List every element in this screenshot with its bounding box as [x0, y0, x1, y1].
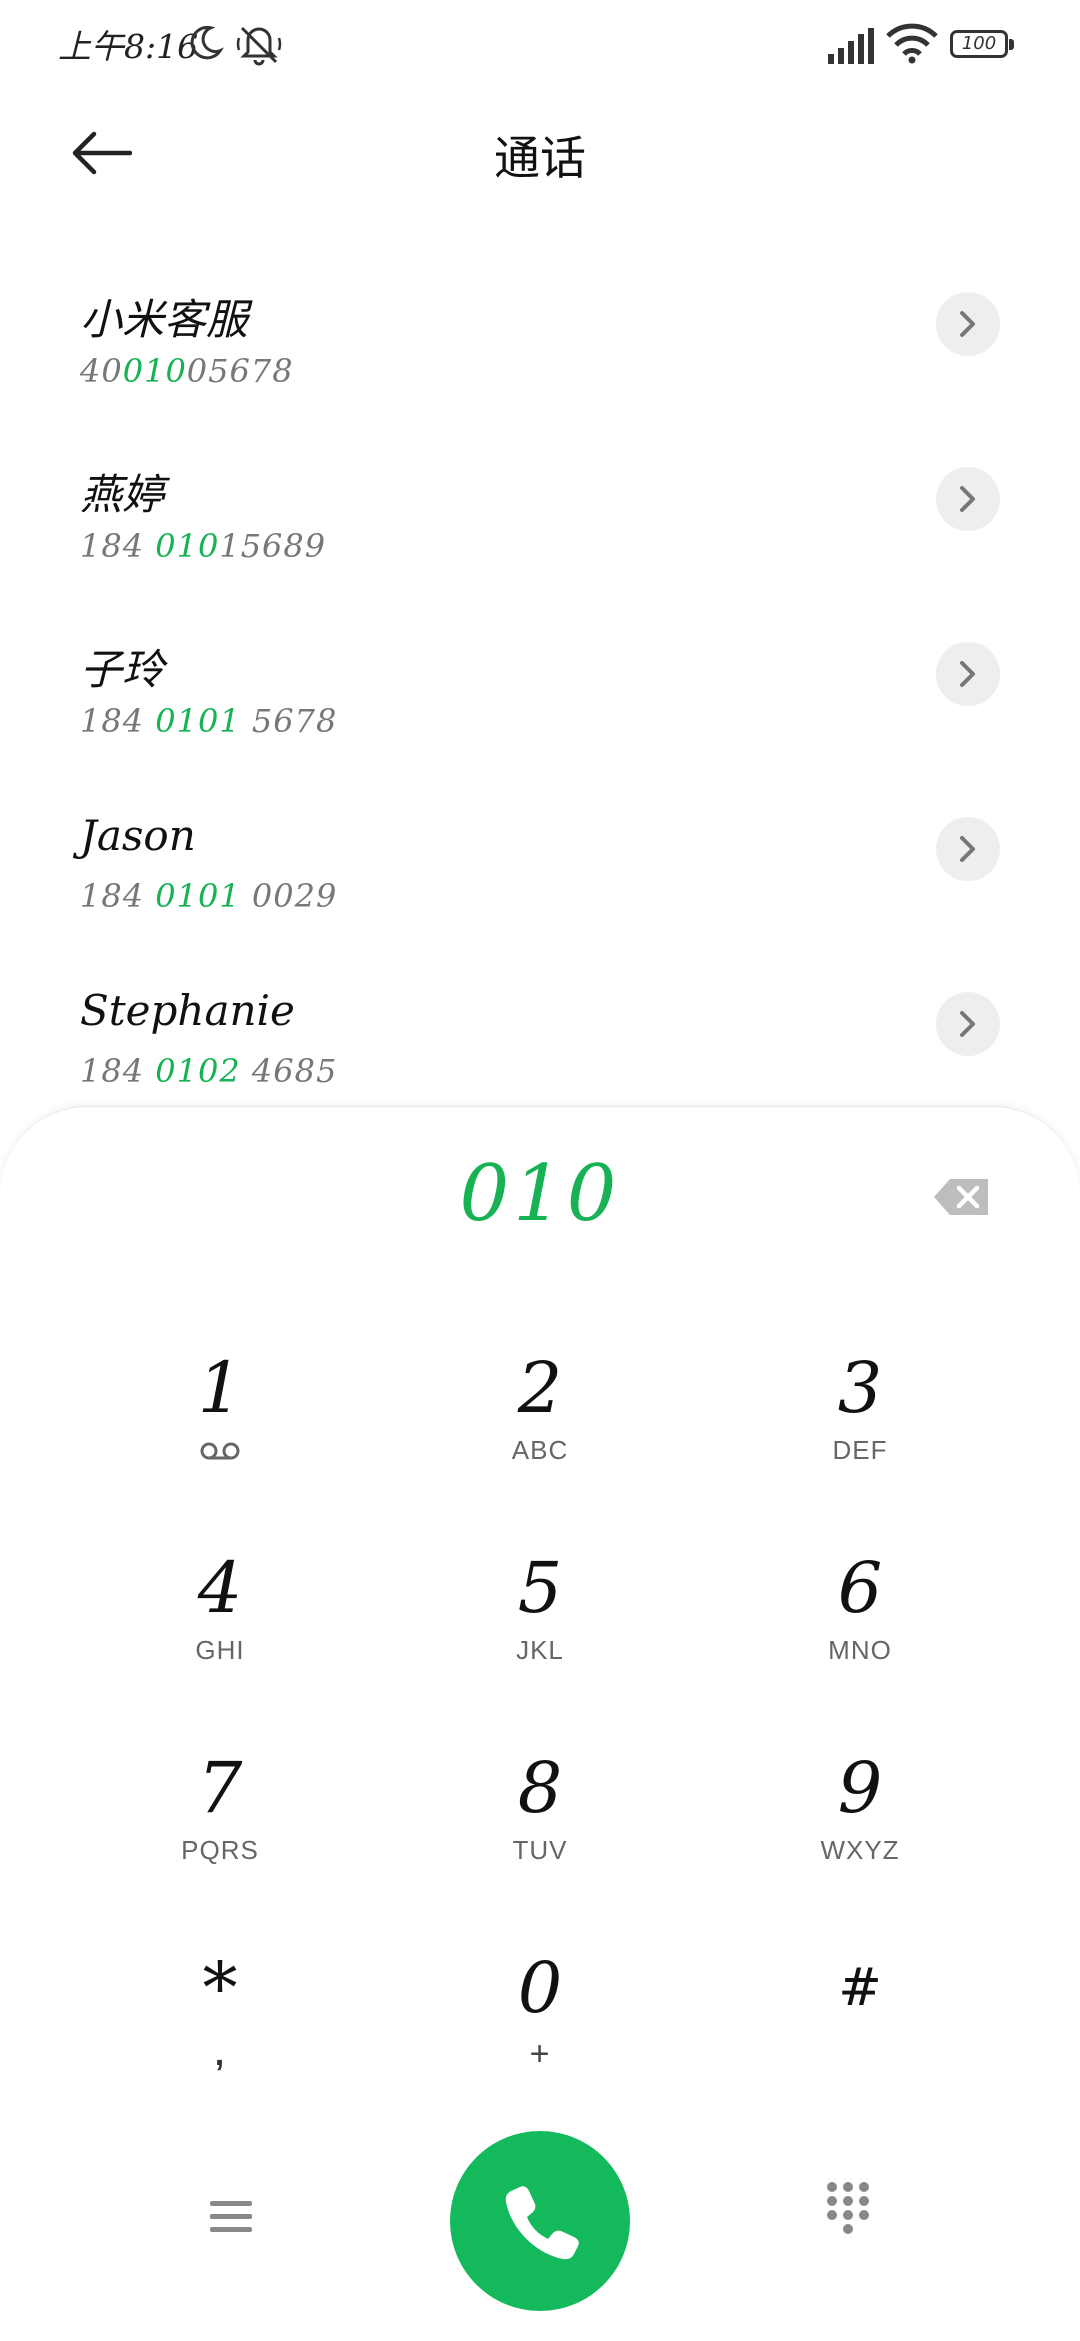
battery-level: 100: [961, 33, 997, 54]
key-6[interactable]: 6 MNO: [710, 1543, 1010, 1703]
key-5[interactable]: 5 JKL: [390, 1543, 690, 1703]
dialer-panel: 010 1 2 ABC 3 DEF 4 GHI 5 JKL 6 MNO 7 PQ…: [0, 1106, 1080, 2341]
contact-number: 184 0101 5678: [80, 702, 338, 740]
key-star[interactable]: * ,: [70, 1943, 370, 2103]
moon-icon: [190, 25, 224, 60]
wifi-icon: [886, 23, 938, 64]
key-2[interactable]: 2 ABC: [390, 1343, 690, 1503]
contact-detail-button[interactable]: [936, 992, 1000, 1056]
menu-icon[interactable]: [196, 2187, 266, 2247]
contact-number: 4001005678: [80, 352, 294, 390]
contact-item[interactable]: Stephanie 184 0102 4685: [0, 960, 1080, 1110]
number-match: 0101: [155, 877, 241, 915]
contact-item[interactable]: Jason 184 0101 0029: [0, 785, 1080, 935]
key-4[interactable]: 4 GHI: [70, 1543, 370, 1703]
header: 通话: [0, 100, 1080, 210]
contact-item[interactable]: 子玲 184 0101 5678: [0, 610, 1080, 760]
contact-item[interactable]: 燕婷 184 01015689: [0, 435, 1080, 585]
signal-icon: [828, 28, 874, 64]
number-match: 010: [155, 527, 220, 565]
key-9[interactable]: 9 WXYZ: [710, 1743, 1010, 1903]
contact-detail-button[interactable]: [936, 642, 1000, 706]
backspace-icon[interactable]: [932, 1175, 992, 1219]
voicemail-icon: [200, 1442, 240, 1460]
contact-name: 小米客服: [80, 295, 249, 344]
dialpad-icon[interactable]: [818, 2177, 878, 2247]
contact-detail-button[interactable]: [936, 467, 1000, 531]
contact-name: 燕婷: [80, 470, 165, 519]
contact-name: Stephanie: [80, 986, 295, 1035]
phone-icon: [505, 2186, 579, 2260]
contact-number: 184 0102 4685: [80, 1052, 338, 1090]
status-time: 上午8:16: [58, 27, 199, 66]
contact-number: 184 01015689: [80, 527, 327, 565]
key-8[interactable]: 8 TUV: [390, 1743, 690, 1903]
key-0[interactable]: 0 +: [390, 1943, 690, 2103]
status-bar: 上午8:16 100: [0, 0, 1080, 92]
number-match: 010: [122, 352, 187, 390]
chevron-right-icon: [960, 836, 975, 862]
dialer-bottom-bar: [0, 2107, 1080, 2311]
key-7[interactable]: 7 PQRS: [70, 1743, 370, 1903]
contact-name: 子玲: [80, 645, 165, 694]
mute-icon: [236, 26, 282, 66]
chevron-right-icon: [960, 311, 975, 337]
number-match: 0101: [155, 702, 241, 740]
number-match: 0102: [155, 1052, 241, 1090]
chevron-right-icon: [960, 661, 975, 687]
page-title: 通话: [494, 131, 586, 185]
chevron-right-icon: [960, 1011, 975, 1037]
key-1[interactable]: 1: [70, 1343, 370, 1503]
contact-item[interactable]: 小米客服 4001005678: [0, 260, 1080, 410]
chevron-right-icon: [960, 486, 975, 512]
key-hash[interactable]: #: [710, 1943, 1010, 2103]
battery-icon: 100: [950, 30, 1016, 60]
key-3[interactable]: 3 DEF: [710, 1343, 1010, 1503]
contact-name: Jason: [80, 811, 196, 860]
call-button[interactable]: [450, 2131, 630, 2311]
contact-number: 184 0101 0029: [80, 877, 338, 915]
dialed-number[interactable]: 010: [0, 1149, 1080, 1239]
contact-detail-button[interactable]: [936, 292, 1000, 356]
contact-detail-button[interactable]: [936, 817, 1000, 881]
